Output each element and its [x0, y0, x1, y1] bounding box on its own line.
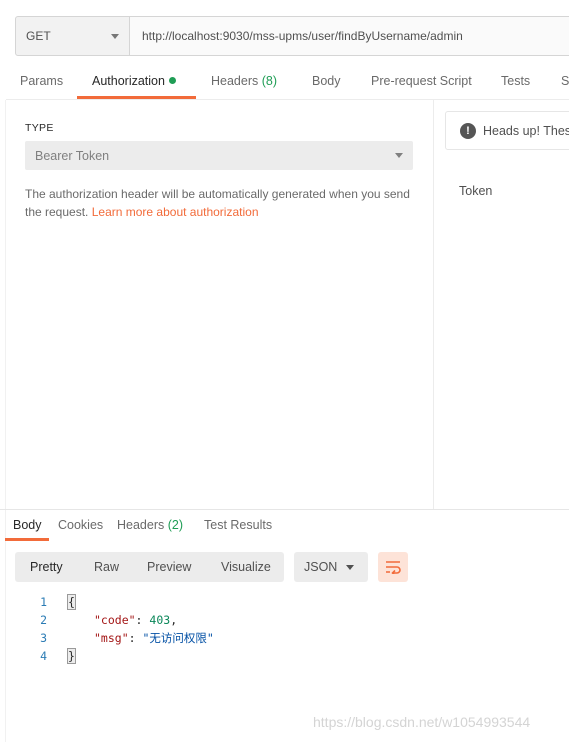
url-input[interactable]: http://localhost:9030/mss-upms/user/find…: [130, 17, 569, 55]
tab-pre-request-script[interactable]: Pre-request Script: [371, 74, 472, 88]
tab-params[interactable]: Params: [20, 74, 63, 88]
info-icon: !: [460, 122, 476, 139]
format-value: JSON: [304, 560, 338, 574]
code-content: "code": 403,: [94, 611, 177, 629]
tab-authorization[interactable]: Authorization: [92, 74, 176, 88]
tab-headers[interactable]: Headers (8): [211, 74, 277, 88]
response-tab-cookies[interactable]: Cookies: [58, 518, 103, 532]
chevron-down-icon: [111, 33, 119, 39]
wrap-lines-button[interactable]: [378, 552, 408, 582]
learn-more-link[interactable]: Learn more about authorization: [92, 205, 259, 219]
tab-settings[interactable]: Se: [561, 74, 569, 88]
heads-up-notice: ! Heads up! Thes: [445, 111, 569, 150]
code-content: {: [67, 593, 76, 611]
request-url-bar: GET http://localhost:9030/mss-upms/user/…: [15, 16, 569, 56]
token-label: Token: [459, 184, 493, 198]
left-border: [5, 100, 6, 742]
pane-divider[interactable]: [433, 100, 434, 510]
json-key: "msg": [94, 631, 129, 645]
view-mode-group: Pretty Raw Preview Visualize: [15, 552, 284, 582]
code-content: "msg": "无访问权限": [94, 629, 214, 647]
line-number: 4: [40, 649, 47, 663]
method-label: GET: [26, 29, 51, 43]
response-headers-label: Headers: [117, 518, 165, 532]
view-raw-button[interactable]: Raw: [94, 560, 119, 574]
status-dot-icon: [168, 77, 176, 84]
open-brace: {: [67, 594, 76, 610]
chevron-down-icon: [346, 565, 354, 570]
view-preview-button[interactable]: Preview: [147, 560, 191, 574]
view-pretty-button[interactable]: Pretty: [30, 560, 63, 574]
code-content: }: [67, 647, 76, 665]
line-number: 3: [40, 631, 47, 645]
tab-tests[interactable]: Tests: [501, 74, 530, 88]
auth-type-label: TYPE: [25, 122, 54, 134]
tab-headers-label: Headers: [211, 74, 259, 88]
response-tab-test-results[interactable]: Test Results: [204, 518, 272, 532]
headers-count: (8): [261, 74, 278, 88]
response-tab-body[interactable]: Body: [13, 518, 42, 532]
auth-type-value: Bearer Token: [35, 148, 110, 163]
active-tab-indicator: [77, 96, 196, 99]
chevron-down-icon: [395, 153, 403, 158]
auth-type-select[interactable]: Bearer Token: [25, 141, 413, 170]
response-tab-headers[interactable]: Headers (2): [117, 518, 183, 532]
method-select[interactable]: GET: [16, 17, 130, 55]
line-number: 2: [40, 613, 47, 627]
response-headers-count: (2): [167, 518, 184, 532]
response-tabs: Body Cookies Headers (2) Test Results: [0, 510, 569, 542]
tab-body[interactable]: Body: [312, 74, 341, 88]
view-visualize-button[interactable]: Visualize: [221, 560, 271, 574]
format-select[interactable]: JSON: [294, 552, 368, 582]
line-number: 1: [40, 595, 47, 609]
active-response-tab-indicator: [5, 538, 49, 541]
close-brace: }: [67, 648, 76, 664]
json-colon: :: [128, 631, 143, 645]
json-colon: :: [135, 613, 150, 627]
json-key: "code": [94, 613, 136, 627]
watermark: https://blog.csdn.net/w1054993544: [313, 714, 531, 730]
auth-description: The authorization header will be automat…: [25, 185, 420, 221]
heads-up-text: Heads up! Thes: [483, 123, 569, 138]
json-number: 403: [149, 613, 171, 627]
tab-authorization-label: Authorization: [92, 74, 165, 88]
wrap-lines-icon: [386, 561, 401, 574]
json-string: "无访问权限": [142, 631, 214, 645]
json-comma: ,: [170, 613, 178, 627]
